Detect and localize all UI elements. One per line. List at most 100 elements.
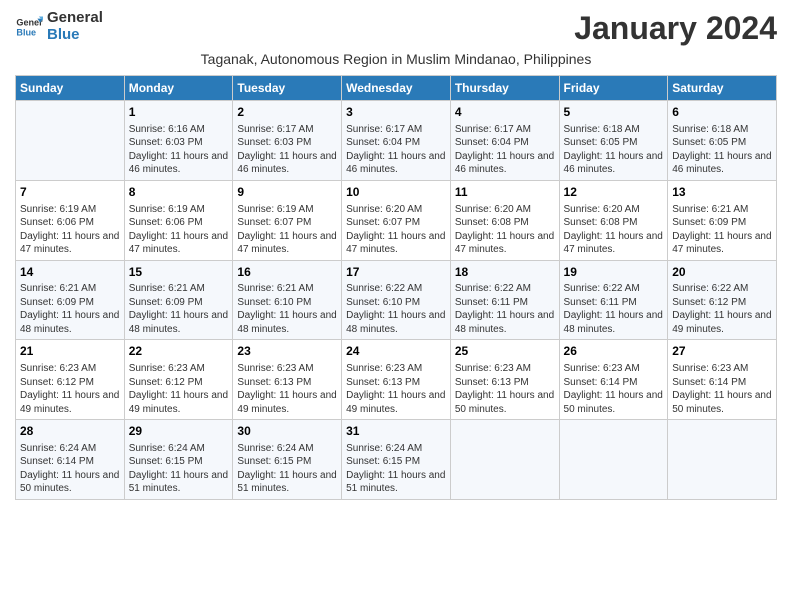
calendar-table: SundayMondayTuesdayWednesdayThursdayFrid… xyxy=(15,75,777,500)
day-info: Sunrise: 6:23 AM Sunset: 6:12 PM Dayligh… xyxy=(20,362,120,416)
calendar-subtitle: Taganak, Autonomous Region in Muslim Min… xyxy=(15,51,777,67)
week-row-3: 21 Sunrise: 6:23 AM Sunset: 6:12 PM Dayli… xyxy=(16,340,777,420)
week-row-1: 7 Sunrise: 6:19 AM Sunset: 6:06 PM Daylig… xyxy=(16,180,777,260)
day-number: 2 xyxy=(237,104,337,121)
day-cell: 2 Sunrise: 6:17 AM Sunset: 6:03 PM Daylig… xyxy=(233,101,342,181)
day-cell xyxy=(559,420,668,500)
day-number: 4 xyxy=(455,104,555,121)
day-cell: 18Sunrise: 6:22 AM Sunset: 6:11 PM Dayli… xyxy=(450,260,559,340)
day-number: 26 xyxy=(564,343,664,360)
day-cell: 4 Sunrise: 6:17 AM Sunset: 6:04 PM Daylig… xyxy=(450,101,559,181)
day-cell: 13 Sunrise: 6:21 AM Sunset: 6:09 PM Dayli… xyxy=(668,180,777,260)
day-number: 15 xyxy=(129,264,229,281)
logo: General Blue General Blue xyxy=(15,10,103,43)
day-header-monday: Monday xyxy=(124,76,233,101)
day-number: 14 xyxy=(20,264,120,281)
day-header-friday: Friday xyxy=(559,76,668,101)
day-info: Sunrise: 6:20 AM Sunset: 6:07 PM Dayligh… xyxy=(346,203,446,257)
day-info: Sunrise: 6:22 AM Sunset: 6:10 PM Dayligh… xyxy=(346,282,446,336)
day-number: 3 xyxy=(346,104,446,121)
day-cell: 14Sunrise: 6:21 AM Sunset: 6:09 PM Dayli… xyxy=(16,260,125,340)
day-info: Sunrise: 6:24 AM Sunset: 6:15 PM Dayligh… xyxy=(346,442,446,496)
day-cell: 23 Sunrise: 6:23 AM Sunset: 6:13 PM Dayli… xyxy=(233,340,342,420)
day-cell: 28 Sunrise: 6:24 AM Sunset: 6:14 PM Dayli… xyxy=(16,420,125,500)
day-number: 6 xyxy=(672,104,772,121)
day-cell: 1Sunrise: 6:16 AM Sunset: 6:03 PM Daylig… xyxy=(124,101,233,181)
svg-text:Blue: Blue xyxy=(16,27,36,37)
day-header-sunday: Sunday xyxy=(16,76,125,101)
day-cell: 11 Sunrise: 6:20 AM Sunset: 6:08 PM Dayli… xyxy=(450,180,559,260)
day-cell: 5Sunrise: 6:18 AM Sunset: 6:05 PM Daylig… xyxy=(559,101,668,181)
day-number: 5 xyxy=(564,104,664,121)
day-number: 13 xyxy=(672,184,772,201)
day-number: 25 xyxy=(455,343,555,360)
day-number: 7 xyxy=(20,184,120,201)
day-info: Sunrise: 6:19 AM Sunset: 6:06 PM Dayligh… xyxy=(20,203,120,257)
day-number: 8 xyxy=(129,184,229,201)
day-header-wednesday: Wednesday xyxy=(342,76,451,101)
day-number: 24 xyxy=(346,343,446,360)
header: General Blue General Blue January 2024 xyxy=(15,10,777,47)
day-number: 29 xyxy=(129,423,229,440)
day-header-tuesday: Tuesday xyxy=(233,76,342,101)
day-cell: 20Sunrise: 6:22 AM Sunset: 6:12 PM Dayli… xyxy=(668,260,777,340)
day-info: Sunrise: 6:17 AM Sunset: 6:04 PM Dayligh… xyxy=(346,123,446,177)
day-number: 30 xyxy=(237,423,337,440)
day-info: Sunrise: 6:21 AM Sunset: 6:10 PM Dayligh… xyxy=(237,282,337,336)
month-title: January 2024 xyxy=(574,10,777,47)
day-info: Sunrise: 6:19 AM Sunset: 6:06 PM Dayligh… xyxy=(129,203,229,257)
day-info: Sunrise: 6:23 AM Sunset: 6:13 PM Dayligh… xyxy=(455,362,555,416)
day-cell: 3 Sunrise: 6:17 AM Sunset: 6:04 PM Daylig… xyxy=(342,101,451,181)
day-info: Sunrise: 6:23 AM Sunset: 6:12 PM Dayligh… xyxy=(129,362,229,416)
day-number: 31 xyxy=(346,423,446,440)
day-info: Sunrise: 6:17 AM Sunset: 6:03 PM Dayligh… xyxy=(237,123,337,177)
day-cell xyxy=(16,101,125,181)
day-cell: 21 Sunrise: 6:23 AM Sunset: 6:12 PM Dayli… xyxy=(16,340,125,420)
day-cell: 22Sunrise: 6:23 AM Sunset: 6:12 PM Dayli… xyxy=(124,340,233,420)
day-info: Sunrise: 6:21 AM Sunset: 6:09 PM Dayligh… xyxy=(672,203,772,257)
day-info: Sunrise: 6:22 AM Sunset: 6:11 PM Dayligh… xyxy=(564,282,664,336)
day-info: Sunrise: 6:21 AM Sunset: 6:09 PM Dayligh… xyxy=(129,282,229,336)
day-header-thursday: Thursday xyxy=(450,76,559,101)
day-number: 19 xyxy=(564,264,664,281)
day-number: 20 xyxy=(672,264,772,281)
day-cell: 6 Sunrise: 6:18 AM Sunset: 6:05 PM Daylig… xyxy=(668,101,777,181)
day-info: Sunrise: 6:23 AM Sunset: 6:13 PM Dayligh… xyxy=(237,362,337,416)
day-cell: 29Sunrise: 6:24 AM Sunset: 6:15 PM Dayli… xyxy=(124,420,233,500)
day-cell: 9 Sunrise: 6:19 AM Sunset: 6:07 PM Daylig… xyxy=(233,180,342,260)
week-row-2: 14Sunrise: 6:21 AM Sunset: 6:09 PM Dayli… xyxy=(16,260,777,340)
day-cell: 19Sunrise: 6:22 AM Sunset: 6:11 PM Dayli… xyxy=(559,260,668,340)
day-info: Sunrise: 6:24 AM Sunset: 6:15 PM Dayligh… xyxy=(237,442,337,496)
week-row-4: 28 Sunrise: 6:24 AM Sunset: 6:14 PM Dayli… xyxy=(16,420,777,500)
day-cell: 31 Sunrise: 6:24 AM Sunset: 6:15 PM Dayli… xyxy=(342,420,451,500)
day-number: 21 xyxy=(20,343,120,360)
day-info: Sunrise: 6:16 AM Sunset: 6:03 PM Dayligh… xyxy=(129,123,229,177)
day-number: 28 xyxy=(20,423,120,440)
day-info: Sunrise: 6:20 AM Sunset: 6:08 PM Dayligh… xyxy=(455,203,555,257)
day-cell xyxy=(450,420,559,500)
day-info: Sunrise: 6:19 AM Sunset: 6:07 PM Dayligh… xyxy=(237,203,337,257)
day-info: Sunrise: 6:17 AM Sunset: 6:04 PM Dayligh… xyxy=(455,123,555,177)
day-header-saturday: Saturday xyxy=(668,76,777,101)
day-number: 11 xyxy=(455,184,555,201)
day-info: Sunrise: 6:22 AM Sunset: 6:12 PM Dayligh… xyxy=(672,282,772,336)
day-cell: 7 Sunrise: 6:19 AM Sunset: 6:06 PM Daylig… xyxy=(16,180,125,260)
day-number: 27 xyxy=(672,343,772,360)
day-cell: 25 Sunrise: 6:23 AM Sunset: 6:13 PM Dayli… xyxy=(450,340,559,420)
day-cell: 15Sunrise: 6:21 AM Sunset: 6:09 PM Dayli… xyxy=(124,260,233,340)
day-cell: 12Sunrise: 6:20 AM Sunset: 6:08 PM Dayli… xyxy=(559,180,668,260)
day-info: Sunrise: 6:20 AM Sunset: 6:08 PM Dayligh… xyxy=(564,203,664,257)
day-number: 10 xyxy=(346,184,446,201)
day-cell: 26Sunrise: 6:23 AM Sunset: 6:14 PM Dayli… xyxy=(559,340,668,420)
day-info: Sunrise: 6:23 AM Sunset: 6:14 PM Dayligh… xyxy=(672,362,772,416)
day-info: Sunrise: 6:18 AM Sunset: 6:05 PM Dayligh… xyxy=(672,123,772,177)
day-number: 18 xyxy=(455,264,555,281)
day-info: Sunrise: 6:21 AM Sunset: 6:09 PM Dayligh… xyxy=(20,282,120,336)
day-number: 9 xyxy=(237,184,337,201)
day-number: 16 xyxy=(237,264,337,281)
day-info: Sunrise: 6:22 AM Sunset: 6:11 PM Dayligh… xyxy=(455,282,555,336)
day-cell: 27 Sunrise: 6:23 AM Sunset: 6:14 PM Dayli… xyxy=(668,340,777,420)
day-number: 23 xyxy=(237,343,337,360)
day-info: Sunrise: 6:24 AM Sunset: 6:14 PM Dayligh… xyxy=(20,442,120,496)
day-cell: 16Sunrise: 6:21 AM Sunset: 6:10 PM Dayli… xyxy=(233,260,342,340)
